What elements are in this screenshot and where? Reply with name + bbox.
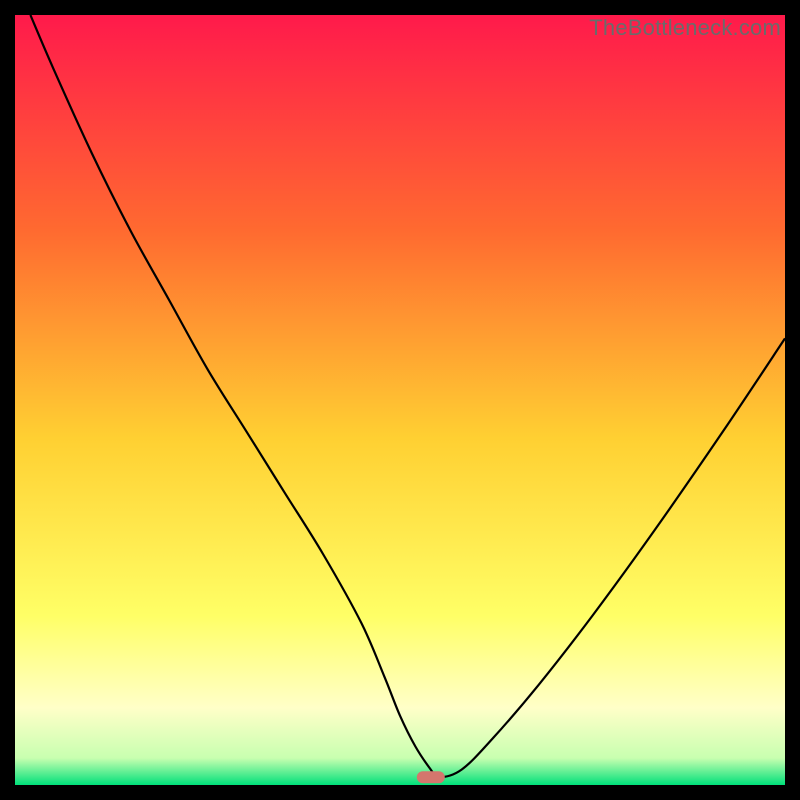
chart-frame: TheBottleneck.com: [15, 15, 785, 785]
optimal-point-marker: [417, 771, 445, 783]
bottleneck-chart: [15, 15, 785, 785]
gradient-background: [15, 15, 785, 785]
